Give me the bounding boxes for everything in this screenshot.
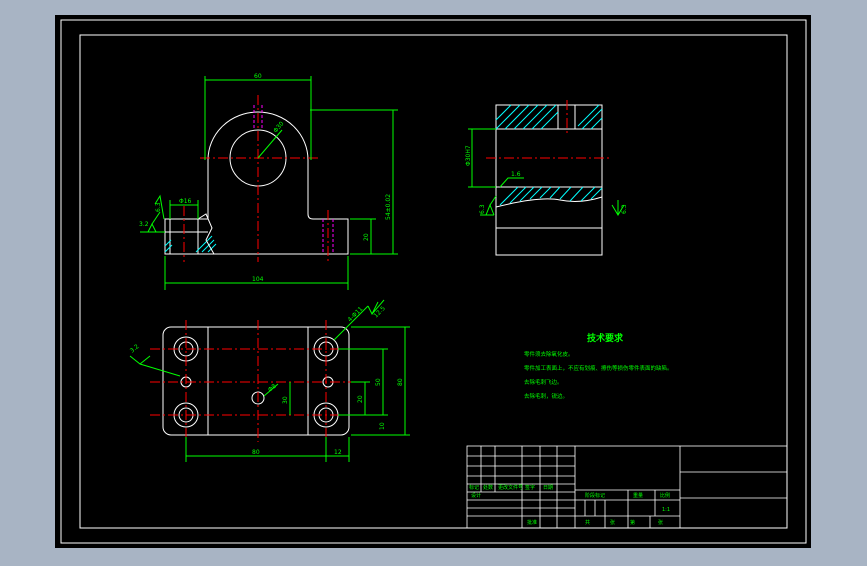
dim-width: 80 <box>397 378 404 386</box>
tb-sheet: 张 <box>658 519 663 526</box>
dim-offset: 10 <box>379 422 386 430</box>
roughness-mid: 6.3 <box>155 202 162 212</box>
tb-total: 共 <box>585 519 590 526</box>
roughness-side-right: 6.3 <box>621 204 628 214</box>
tb-mark: 标记 <box>469 484 479 491</box>
tb-sheet-no: 第 <box>630 519 635 526</box>
tb-count: 处数 <box>483 484 493 491</box>
dim-mid: 20 <box>357 395 364 403</box>
roughness-left: 3.2 <box>139 221 149 228</box>
tb-scale-label: 比例 <box>660 492 670 499</box>
dim-counterbore: Φ16 <box>179 198 192 205</box>
dim-top-width: 60 <box>254 73 262 80</box>
tb-sign: 签字 <box>525 484 535 491</box>
tb-phase: 阶段标记 <box>585 492 605 499</box>
cad-viewport[interactable]: 60 Φ30 104 54±0.02 20 Φ16 3.2 6.3 Φ30H7 … <box>0 0 867 562</box>
note-line-3: 去除毛刺飞边。 <box>524 378 563 386</box>
dim-base-height: 20 <box>363 233 370 241</box>
note-line-1: 零件须去除氧化皮。 <box>524 350 574 358</box>
tb-file: 更改文件号 <box>498 484 523 491</box>
drawing-canvas[interactable]: 60 Φ30 104 54±0.02 20 Φ16 3.2 6.3 Φ30H7 … <box>0 0 867 562</box>
note-line-4: 去除毛刺，锐边。 <box>524 392 568 400</box>
tb-date: 日期 <box>543 485 553 491</box>
roughness-side-left: 6.3 <box>479 204 486 214</box>
dim-edge: 12 <box>334 449 342 456</box>
tb-scale: 1:1 <box>662 507 670 513</box>
notes-title: 技术要求 <box>587 332 624 344</box>
dim-hole-pitch: 50 <box>375 378 382 386</box>
dim-pin-offset: 30 <box>282 396 289 404</box>
roughness-side: 1.6 <box>511 171 521 178</box>
drawing-sheet <box>55 15 811 548</box>
tb-weight: 重量 <box>633 492 643 499</box>
note-line-2: 零件加工表面上，不应有划痕、擦伤等损伤零件表面的缺陷。 <box>524 364 673 372</box>
dim-side-bore: Φ30H7 <box>465 145 472 166</box>
tb-design: 设计 <box>471 492 481 499</box>
dim-total-length: 104 <box>252 276 264 283</box>
dim-height: 54±0.02 <box>385 194 392 220</box>
dim-hole-spacing: 80 <box>252 449 260 456</box>
tb-sheets: 张 <box>610 519 615 526</box>
tb-approve: 批准 <box>527 519 537 526</box>
